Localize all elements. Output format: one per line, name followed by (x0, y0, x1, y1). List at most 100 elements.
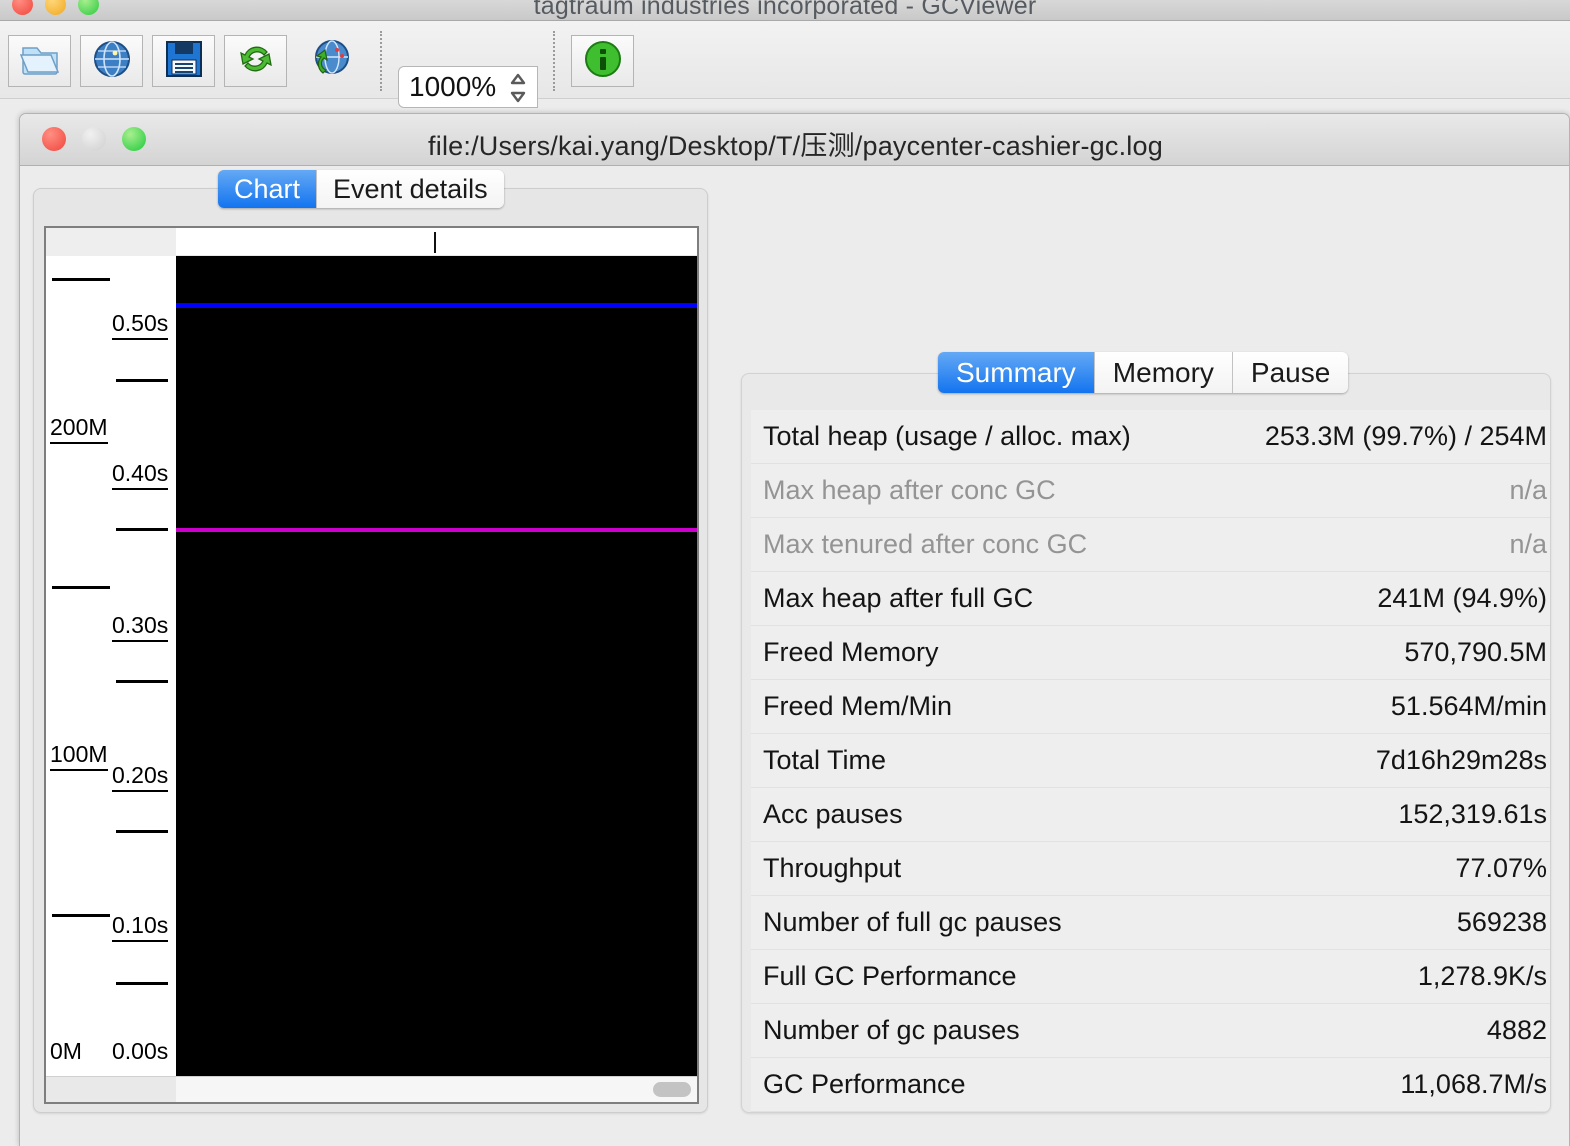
summary-row-value: 11,068.7M/s (1400, 1069, 1547, 1099)
open-file-button[interactable] (8, 35, 71, 87)
summary-row-key: Max tenured after conc GC (763, 529, 1088, 559)
zoom-input[interactable] (407, 71, 499, 103)
tab-pause[interactable]: Pause (1232, 352, 1349, 393)
summary-row: Max tenured after conc GC n/a (751, 518, 1550, 572)
pause-tick-mark (116, 379, 168, 382)
summary-tabbar: Summary Memory Pause (938, 352, 1349, 393)
summary-row-key: Acc pauses (763, 799, 903, 829)
memory-tick-label-100m: 100M (50, 741, 108, 771)
chart-top-ruler (46, 228, 697, 256)
ruler-tick-marker (434, 232, 436, 253)
summary-row: Total heap (usage / alloc. max) 253.3M (9… (751, 410, 1550, 464)
refresh-button[interactable] (224, 35, 287, 87)
stepper-arrows-icon (510, 73, 526, 103)
memory-tick-mark (52, 914, 110, 917)
pause-tick-label-030s: 0.30s (112, 612, 169, 642)
chart-frame: 200M 100M 0M 0.50s 0.40s 0.30s 0.20s 0.1… (44, 226, 699, 1104)
chart-panel: 200M 100M 0M 0.50s 0.40s 0.30s 0.20s 0.1… (33, 188, 708, 1113)
summary-row-value: 253.3M (99.7%) / 254M (1264, 421, 1547, 451)
toolbar-separator-1 (380, 31, 382, 91)
summary-row-value: 4882 (1486, 1015, 1547, 1045)
info-icon (582, 38, 624, 85)
save-icon (164, 39, 204, 84)
zoom-stepper[interactable] (507, 71, 529, 105)
summary-row-key: Full GC Performance (763, 961, 1017, 991)
summary-row-value: 570,790.5M (1404, 637, 1547, 667)
memory-tick-mark (52, 278, 110, 281)
summary-row-value: 1,278.9K/s (1417, 961, 1547, 991)
document-titlebar: file:/Users/kai.yang/Desktop/T/压测/paycen… (20, 114, 1569, 166)
document-title: file:/Users/kai.yang/Desktop/T/压测/paycen… (428, 131, 1163, 161)
memory-tick-label-0m: 0M (50, 1038, 82, 1064)
tab-chart[interactable]: Chart (218, 170, 318, 208)
pause-tick-label-050s: 0.50s (112, 310, 169, 340)
summary-row-key: Max heap after full GC (763, 583, 1034, 613)
summary-row-key: Total Time (763, 745, 887, 775)
summary-row: Full GC Performance 1,278.9K/s (751, 950, 1550, 1004)
globe-refresh-icon (310, 37, 354, 86)
summary-row: Freed Memory 570,790.5M (751, 626, 1550, 680)
summary-row-key: Throughput (763, 853, 902, 883)
pause-tick-label-020s: 0.20s (112, 762, 169, 792)
summary-row-key: Number of gc pauses (763, 1015, 1020, 1045)
summary-row-value: 77.07% (1455, 853, 1547, 883)
series-line-total-heap (176, 303, 697, 308)
application-window: tagtraum industries incorporated - GCVie… (0, 0, 1570, 1146)
pause-tick-mark (116, 830, 168, 833)
summary-row-value: 51.564M/min (1390, 691, 1547, 721)
summary-row: GC Performance 11,068.7M/s (751, 1058, 1550, 1112)
toolbar (0, 21, 1570, 108)
about-button[interactable] (571, 35, 634, 87)
summary-row-value: 241M (94.9%) (1377, 583, 1547, 613)
scrollbar-thumb[interactable] (653, 1082, 691, 1097)
summary-row-value: 7d16h29m28s (1375, 745, 1547, 775)
save-button[interactable] (152, 35, 215, 87)
chart-tabbar: Chart Event details (218, 170, 504, 208)
summary-row: Total Time 7d16h29m28s (751, 734, 1550, 788)
chart-horizontal-scrollbar[interactable] (46, 1076, 697, 1102)
summary-row-key: Freed Memory (763, 637, 939, 667)
pause-tick-mark (116, 680, 168, 683)
summary-row: Number of gc pauses 4882 (751, 1004, 1550, 1058)
refresh-icon (236, 39, 276, 84)
pause-tick-label-010s: 0.10s (112, 912, 169, 942)
tab-summary[interactable]: Summary (938, 352, 1095, 393)
open-file-icon (19, 40, 61, 83)
globe-icon (91, 38, 133, 85)
pause-tick-mark (116, 982, 168, 985)
summary-row-value: 569238 (1456, 907, 1547, 937)
zoom-input-wrapper[interactable] (398, 66, 538, 108)
pause-tick-label-040s: 0.40s (112, 460, 169, 490)
summary-row-key: GC Performance (763, 1069, 966, 1099)
summary-row-key: Max heap after conc GC (763, 475, 1056, 505)
summary-table: Total heap (usage / alloc. max) 253.3M (9… (751, 410, 1550, 1112)
chart-plot-area[interactable] (176, 256, 697, 1076)
summary-row: Freed Mem/Min 51.564M/min (751, 680, 1550, 734)
tab-event-details[interactable]: Event details (317, 170, 504, 208)
summary-panel: Total heap (usage / alloc. max) 253.3M (9… (741, 373, 1551, 1113)
summary-row-key: Number of full gc pauses (763, 907, 1062, 937)
summary-row: Throughput 77.07% (751, 842, 1550, 896)
open-url-button[interactable] (80, 35, 143, 87)
summary-row-key: Total heap (usage / alloc. max) (763, 421, 1131, 451)
memory-tick-label-200m: 200M (50, 414, 108, 444)
summary-row-value: n/a (1509, 475, 1547, 505)
tab-memory[interactable]: Memory (1094, 352, 1233, 393)
summary-row-value: 152,319.61s (1398, 799, 1547, 829)
scrollbar-left-pad (46, 1077, 176, 1102)
summary-row: Number of full gc pauses 569238 (751, 896, 1550, 950)
summary-row-value: n/a (1509, 529, 1547, 559)
chart-y-axis: 200M 100M 0M 0.50s 0.40s 0.30s 0.20s 0.1… (46, 256, 176, 1076)
refresh-url-button[interactable] (300, 35, 363, 87)
summary-row: Max heap after conc GC n/a (751, 464, 1550, 518)
summary-row: Acc pauses 152,319.61s (751, 788, 1550, 842)
summary-row-key: Freed Mem/Min (763, 691, 953, 721)
main-window-titlebar: tagtraum industries incorporated - GCVie… (0, 0, 1570, 21)
ruler-corner (46, 228, 176, 256)
summary-row: Max heap after full GC 241M (94.9%) (751, 572, 1550, 626)
main-window-title: tagtraum industries incorporated - GCVie… (533, 0, 1037, 20)
pause-tick-label-000s: 0.00s (112, 1038, 169, 1064)
memory-tick-mark (52, 586, 110, 589)
series-line-tenured-heap (176, 528, 697, 532)
pause-tick-mark (116, 528, 168, 531)
